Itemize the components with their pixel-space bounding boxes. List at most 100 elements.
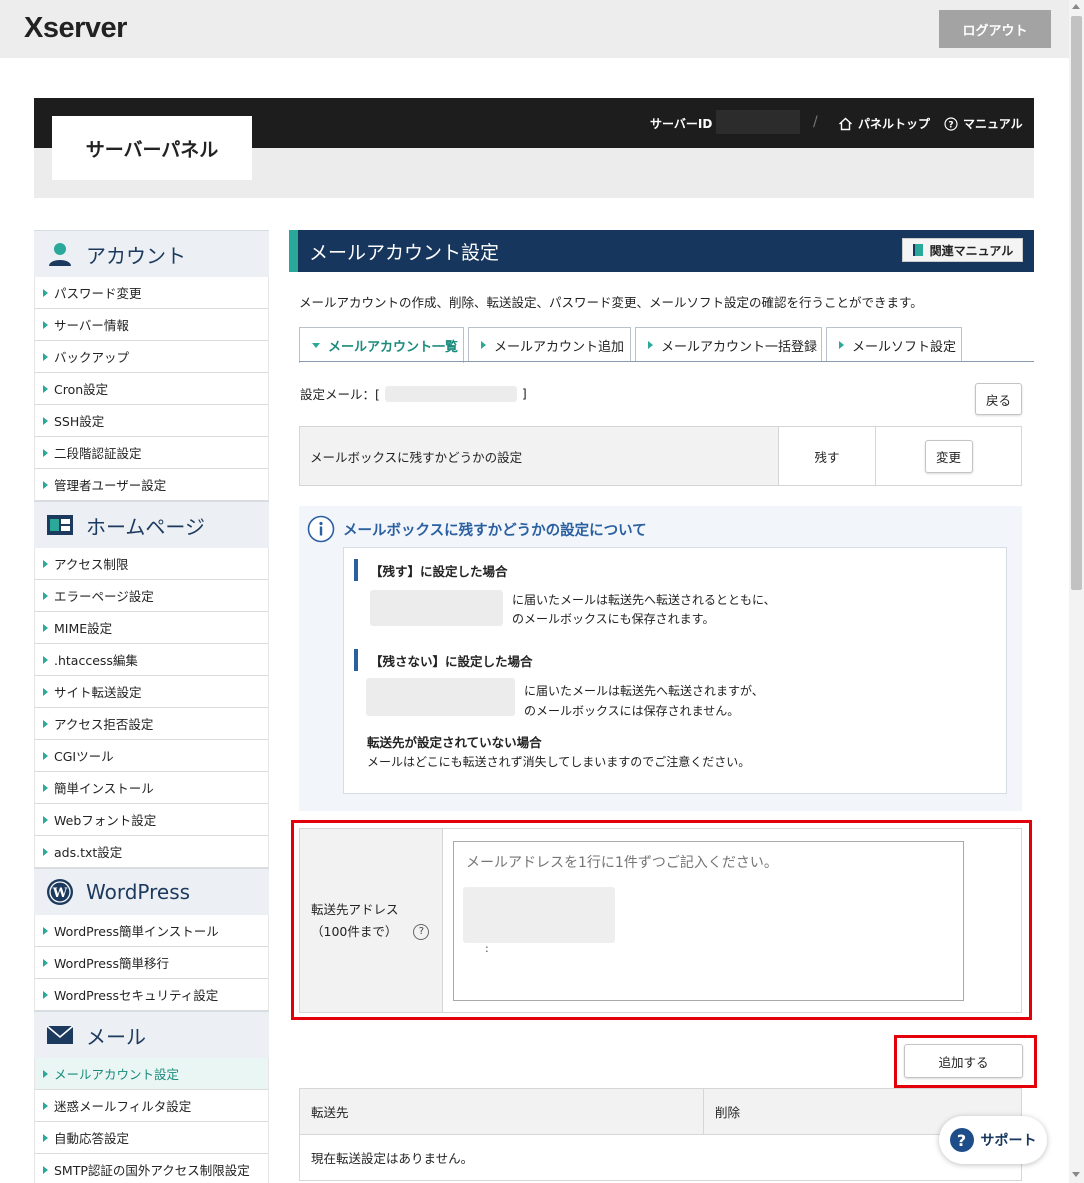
arrow-right-icon	[43, 288, 48, 297]
sidebar-item-backup[interactable]: バックアップ	[34, 341, 269, 373]
sidebar-item-label: WordPress簡単移行	[54, 956, 170, 971]
related-manual-button[interactable]: 関連マニュアル	[902, 238, 1023, 262]
sidebar-item-spam-filter[interactable]: 迷惑メールフィルタ設定	[34, 1090, 269, 1122]
arrow-right-icon	[43, 815, 48, 824]
help-circle-icon: ?	[944, 116, 958, 131]
tab-mail-account-add[interactable]: メールアカウント追加	[468, 327, 631, 362]
arrow-right-icon	[43, 591, 48, 600]
sidebar: アカウント パスワード変更 サーバー情報 バックアップ Cron設定 SSH設定…	[34, 230, 269, 1183]
sidebar-item-access-deny[interactable]: アクセス拒否設定	[34, 708, 269, 740]
sidebar-item-label: 管理者ユーザー設定	[54, 478, 167, 493]
sidebar-item-wp-security[interactable]: WordPressセキュリティ設定	[34, 979, 269, 1011]
sidebar-item-2fa[interactable]: 二段階認証設定	[34, 437, 269, 469]
sidebar-item-password[interactable]: パスワード変更	[34, 277, 269, 309]
sidebar-item-site-redirect[interactable]: サイト転送設定	[34, 676, 269, 708]
arrow-right-icon	[43, 655, 48, 664]
keep-setting-label: メールボックスに残すかどうかの設定	[300, 427, 779, 485]
manual-label: マニュアル	[963, 117, 1023, 131]
sidebar-item-label: Webフォント設定	[54, 813, 157, 828]
tab-label: メールアカウント一覧	[328, 340, 459, 355]
col-header-destination: 転送先	[300, 1089, 704, 1134]
sidebar-item-mime[interactable]: MIME設定	[34, 612, 269, 644]
section-title: WordPress	[86, 880, 191, 904]
home-icon	[839, 117, 852, 130]
sidebar-item-label: 二段階認証設定	[54, 446, 142, 461]
keep-line1: に届いたメールは転送先へ転送されるとともに、	[512, 593, 776, 607]
sidebar-item-label: アクセス拒否設定	[54, 717, 154, 732]
info-icon	[307, 515, 335, 543]
forward-list-empty: 現在転送設定はありません。	[311, 1151, 474, 1166]
section-title: アカウント	[86, 243, 186, 268]
nodest-text: メールはどこにも転送されず消失してしまいますのでご注意ください。	[367, 755, 751, 769]
sidebar-item-label: Cron設定	[54, 382, 109, 397]
scroll-up-arrow-icon[interactable]	[1072, 4, 1080, 9]
sidebar-item-mail-account[interactable]: メールアカウント設定	[34, 1058, 269, 1090]
mail-address-redacted	[370, 590, 503, 626]
info-title-text: メールボックスに残すかどうかの設定について	[343, 522, 647, 539]
sidebar-section-homepage: ホームページ	[34, 501, 269, 548]
sidebar-item-label: WordPressセキュリティ設定	[54, 988, 219, 1003]
arrow-right-icon	[43, 847, 48, 856]
tab-label: メールアカウント一括登録	[661, 339, 818, 355]
sidebar-item-admin-users[interactable]: 管理者ユーザー設定	[34, 469, 269, 501]
sidebar-item-label: アクセス制限	[54, 557, 129, 572]
nokeep-heading: 【残さない】に設定した場合	[354, 649, 533, 671]
tabs-underline	[299, 361, 1034, 362]
sidebar-item-label: バックアップ	[54, 350, 130, 365]
sidebar-item-label: CGIツール	[54, 749, 114, 764]
sidebar-item-error-page[interactable]: エラーページ設定	[34, 580, 269, 612]
arrow-right-icon	[43, 719, 48, 728]
support-button[interactable]: ? サポート	[939, 1116, 1047, 1164]
sidebar-item-access-limit[interactable]: アクセス制限	[34, 548, 269, 580]
arrow-right-icon	[43, 783, 48, 792]
sidebar-section-wordpress: W WordPress	[34, 868, 269, 915]
keep-heading: 【残す】に設定した場合	[354, 559, 508, 581]
sidebar-item-wp-install[interactable]: WordPress簡単インストール	[34, 915, 269, 947]
sidebar-item-smtp-restrict[interactable]: SMTP認証の国外アクセス制限設定	[34, 1154, 269, 1183]
sidebar-item-ads-txt[interactable]: ads.txt設定	[34, 836, 269, 868]
keep-setting-value: 残す	[779, 427, 876, 485]
page-description: メールアカウントの作成、削除、転送設定、パスワード変更、メールソフト設定の確認を…	[299, 295, 923, 310]
mail-icon	[46, 1021, 74, 1049]
xserver-logo[interactable]: Xserver	[24, 12, 127, 45]
sidebar-item-label: サイト転送設定	[54, 685, 142, 700]
sidebar-item-cron[interactable]: Cron設定	[34, 373, 269, 405]
tab-mail-account-bulk[interactable]: メールアカウント一括登録	[635, 327, 822, 362]
set-mail-label: 設定メール：[	[300, 387, 380, 402]
manual-link[interactable]: ? マニュアル	[944, 115, 1023, 132]
sidebar-item-server-info[interactable]: サーバー情報	[34, 309, 269, 341]
scrollbar-thumb[interactable]	[1071, 16, 1082, 590]
wordpress-icon: W	[46, 878, 74, 906]
change-button[interactable]: 変更	[924, 439, 973, 473]
arrow-right-icon	[43, 958, 48, 967]
panel-top-link[interactable]: パネルトップ	[838, 115, 930, 132]
set-mail-row: 設定メール：[ ]	[300, 384, 527, 403]
arrow-right-icon	[43, 559, 48, 568]
sidebar-item-htaccess[interactable]: .htaccess編集	[34, 644, 269, 676]
tab-label: メールアカウント追加	[494, 339, 625, 355]
sidebar-item-easy-install[interactable]: 簡単インストール	[34, 772, 269, 804]
arrow-right-icon	[43, 1101, 48, 1110]
sidebar-item-label: サーバー情報	[54, 318, 129, 333]
tab-mail-account-list[interactable]: メールアカウント一覧	[299, 327, 464, 363]
keep-setting-action-cell: 変更	[876, 427, 1021, 485]
tab-mail-software[interactable]: メールソフト設定	[826, 327, 962, 362]
nokeep-line2: のメールボックスには保存されません。	[524, 704, 740, 718]
forward-list-table: 転送先 削除 現在転送設定はありません。	[299, 1088, 1022, 1181]
layout-icon	[46, 511, 74, 539]
arrow-right-icon	[43, 990, 48, 999]
arrow-right-icon	[43, 352, 48, 361]
sidebar-item-auto-reply[interactable]: 自動応答設定	[34, 1122, 269, 1154]
user-icon	[46, 240, 74, 268]
back-button[interactable]: 戻る	[975, 383, 1022, 415]
sidebar-item-web-font[interactable]: Webフォント設定	[34, 804, 269, 836]
sidebar-section-mail: メール	[34, 1011, 269, 1058]
sidebar-item-wp-migrate[interactable]: WordPress簡単移行	[34, 947, 269, 979]
sidebar-item-cgi-tools[interactable]: CGIツール	[34, 740, 269, 772]
scroll-down-arrow-icon[interactable]	[1072, 1172, 1080, 1177]
set-mail-value-redacted	[384, 385, 517, 402]
sidebar-item-ssh[interactable]: SSH設定	[34, 405, 269, 437]
server-id-value-redacted	[716, 110, 800, 134]
logout-button[interactable]: ログアウト	[939, 10, 1051, 48]
sidebar-item-label: 簡単インストール	[54, 781, 154, 796]
